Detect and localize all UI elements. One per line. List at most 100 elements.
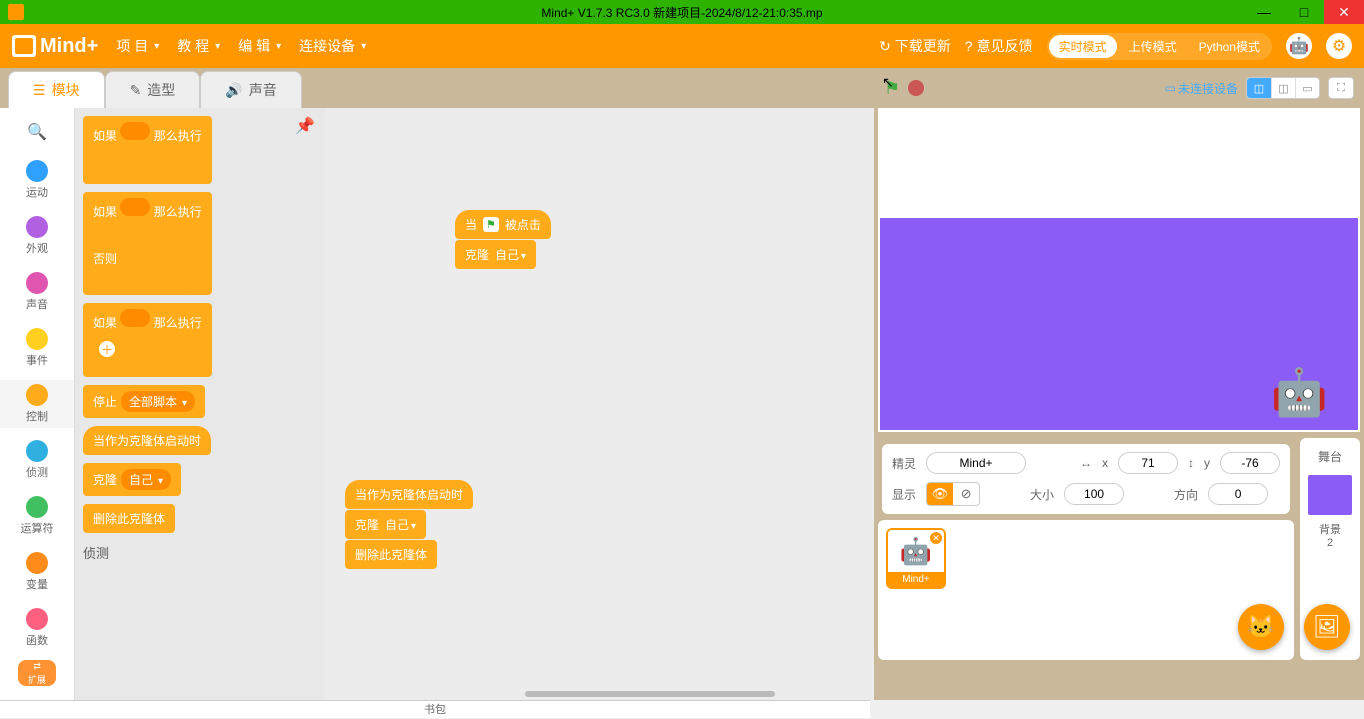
- ext-icon: ⇄: [33, 661, 41, 672]
- cursor-icon: ↖: [882, 74, 894, 91]
- sprite-list: ✕ 🤖 Mind+ 🐱: [878, 520, 1294, 660]
- window-controls: ― □ ✕: [1244, 0, 1364, 24]
- block-stop[interactable]: 停止 全部脚本: [83, 385, 205, 418]
- logo-icon: [12, 35, 36, 57]
- stage-label: 舞台: [1306, 444, 1354, 469]
- stage-wrap: 🤖: [878, 108, 1360, 432]
- script-when-flag-clicked[interactable]: 当 ⚑ 被点击: [455, 210, 551, 239]
- show-visible-button[interactable]: 👁: [927, 483, 953, 505]
- y-icon: ↕: [1188, 456, 1194, 470]
- sprite-card-name: Mind+: [888, 572, 944, 587]
- category-sidebar: 🔍 运动 外观 声音 事件 控制 侦测 运算符 变量 函数 ⇄扩展: [0, 108, 75, 700]
- menu-edit[interactable]: 编 辑: [238, 36, 281, 56]
- stage-thumbnail[interactable]: [1306, 473, 1354, 517]
- block-if-else[interactable]: 如果 那么执行 否则: [83, 192, 212, 295]
- fullscreen-button[interactable]: ⛶: [1329, 78, 1353, 98]
- script-clone-self-2[interactable]: 克隆 自己: [345, 510, 426, 539]
- block-if-then[interactable]: 如果 那么执行: [83, 116, 212, 184]
- titlebar: Mind+ V1.7.3 RC3.0 新建项目-2024/8/12-21:0:3…: [0, 0, 1364, 24]
- cat-operators[interactable]: 运算符: [0, 492, 74, 540]
- sprite-y-input[interactable]: [1220, 452, 1280, 474]
- sprite-info: 精灵 ↔ x ↕ y 显示 👁 ⊘ 大小: [882, 444, 1290, 514]
- size-label: 大小: [1030, 486, 1054, 503]
- show-label: 显示: [892, 486, 916, 503]
- dropdown-icon: [180, 395, 187, 409]
- view-medium[interactable]: ◫: [1271, 78, 1295, 98]
- delete-sprite-icon[interactable]: ✕: [930, 532, 942, 544]
- stage-view-modes: ◫ ◫ ▭: [1246, 77, 1320, 99]
- mode-tabs: 实时模式 上传模式 Python模式: [1047, 33, 1272, 60]
- cat-events[interactable]: 事件: [0, 324, 74, 372]
- device-status[interactable]: ▭未连接设备: [1165, 80, 1238, 97]
- show-toggle: 👁 ⊘: [926, 482, 980, 506]
- cat-sensing[interactable]: 侦测: [0, 436, 74, 484]
- block-when-clone[interactable]: 当作为克隆体启动时: [83, 426, 211, 455]
- feedback[interactable]: ?意见反馈: [965, 36, 1033, 56]
- cat-sound[interactable]: 声音: [0, 268, 74, 316]
- scrollbar-horizontal[interactable]: [525, 691, 775, 697]
- help-icon: ?: [965, 38, 973, 54]
- maximize-button[interactable]: □: [1284, 0, 1324, 24]
- pin-icon[interactable]: 📌: [295, 116, 315, 136]
- minimize-button[interactable]: ―: [1244, 0, 1284, 24]
- sprite-size-input[interactable]: [1064, 483, 1124, 505]
- mode-python[interactable]: Python模式: [1189, 35, 1270, 58]
- block-if-then-plus[interactable]: 如果 那么执行 ＋: [83, 303, 212, 377]
- tab-blocks[interactable]: ☰ 模块: [8, 71, 105, 108]
- settings-icon[interactable]: ⚙: [1326, 33, 1352, 59]
- stage[interactable]: 🤖: [880, 110, 1358, 430]
- plus-icon[interactable]: ＋: [99, 341, 115, 357]
- tab-costumes[interactable]: ✎ 造型: [105, 71, 201, 108]
- sprite-card[interactable]: ✕ 🤖 Mind+: [886, 528, 946, 589]
- cat-variables[interactable]: 变量: [0, 548, 74, 596]
- xy-icon: ↔: [1080, 456, 1092, 470]
- block-clone[interactable]: 克隆 自己: [83, 463, 181, 496]
- menubar: Mind+ 项 目 教 程 编 辑 连接设备 ↻下载更新 ?意见反馈 实时模式 …: [0, 24, 1364, 68]
- mode-upload[interactable]: 上传模式: [1119, 35, 1187, 58]
- dropdown-icon: [156, 473, 163, 487]
- add-sprite-button[interactable]: 🐱: [1238, 604, 1284, 650]
- block-delete-clone[interactable]: 删除此克隆体: [83, 504, 175, 533]
- script-clone-self[interactable]: 克隆 自己: [455, 240, 536, 269]
- script-when-clone-starts[interactable]: 当作为克隆体启动时: [345, 480, 473, 509]
- sensing-heading: 侦测: [83, 543, 317, 562]
- tab-sounds[interactable]: 🔊 声音: [200, 71, 301, 108]
- mode-realtime[interactable]: 实时模式: [1049, 35, 1117, 58]
- account-icon[interactable]: 🤖: [1286, 33, 1312, 59]
- script-delete-clone[interactable]: 删除此克隆体: [345, 540, 437, 569]
- refresh-icon: ↻: [879, 38, 891, 55]
- logo: Mind+: [12, 35, 98, 58]
- add-backdrop-button[interactable]: 🖼: [1304, 604, 1350, 650]
- sprite-on-stage[interactable]: 🤖: [1271, 365, 1328, 420]
- download-update[interactable]: ↻下载更新: [879, 36, 951, 56]
- blocks-icon: ☰: [33, 82, 46, 99]
- window-title: Mind+ V1.7.3 RC3.0 新建项目-2024/8/12-21:0:3…: [541, 4, 822, 21]
- view-small[interactable]: ◫: [1247, 78, 1271, 98]
- blocks-palette: 📌 如果 那么执行 如果 那么执行 否则 如果 那么执行 ＋ 停止 全部脚本 当…: [75, 108, 325, 700]
- stop-button[interactable]: [908, 80, 924, 96]
- menu-tutorial[interactable]: 教 程: [177, 36, 220, 56]
- cat-control[interactable]: 控制: [0, 380, 74, 428]
- dropdown-icon: [409, 518, 416, 532]
- search-icon[interactable]: 🔍: [21, 116, 53, 148]
- extensions-button[interactable]: ⇄扩展: [18, 660, 56, 686]
- sound-icon: 🔊: [225, 82, 242, 99]
- logo-text: Mind+: [40, 35, 98, 58]
- cat-motion[interactable]: 运动: [0, 156, 74, 204]
- menu-connect[interactable]: 连接设备: [299, 36, 366, 56]
- costume-icon: ✎: [130, 82, 142, 99]
- fullscreen-control: ⛶: [1328, 77, 1354, 99]
- app-icon: [8, 4, 24, 20]
- cat-functions[interactable]: 函数: [0, 604, 74, 652]
- view-large[interactable]: ▭: [1295, 78, 1319, 98]
- backpack[interactable]: 书包: [0, 700, 870, 718]
- close-button[interactable]: ✕: [1324, 0, 1364, 24]
- device-icon: ▭: [1165, 81, 1176, 95]
- menu-project[interactable]: 项 目: [116, 36, 159, 56]
- sprite-direction-input[interactable]: [1208, 483, 1268, 505]
- sprite-x-input[interactable]: [1118, 452, 1178, 474]
- cat-looks[interactable]: 外观: [0, 212, 74, 260]
- sprite-name-input[interactable]: [926, 452, 1026, 474]
- dropdown-icon: [519, 248, 526, 262]
- show-hidden-button[interactable]: ⊘: [953, 483, 979, 505]
